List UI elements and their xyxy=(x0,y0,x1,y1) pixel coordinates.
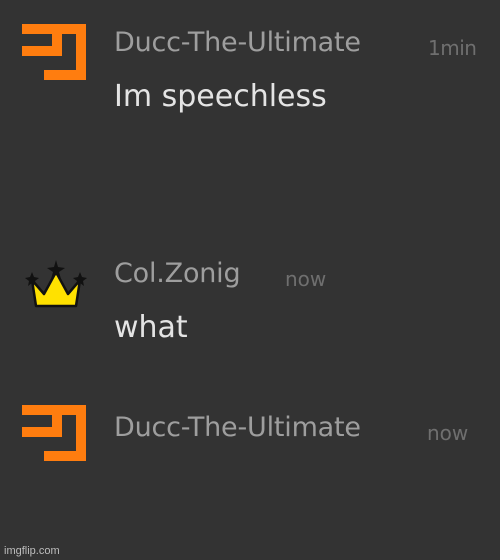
message-timestamp: 1min xyxy=(428,36,477,60)
orange-block-logo-icon xyxy=(22,405,86,461)
user-avatar[interactable] xyxy=(22,24,88,80)
crown-icon xyxy=(25,260,87,308)
username[interactable]: Ducc-The-Ultimate xyxy=(114,27,361,58)
orange-block-logo-icon xyxy=(22,24,86,80)
message-timestamp: now xyxy=(427,421,469,445)
user-avatar[interactable] xyxy=(24,258,88,310)
imgflip-watermark: imgflip.com xyxy=(4,545,60,557)
message-timestamp: now xyxy=(285,267,327,291)
username[interactable]: Ducc-The-Ultimate xyxy=(114,412,361,443)
chat-message: Ducc-The-Ultimate now xyxy=(0,390,500,560)
chat-message: Col.Zonig now what xyxy=(0,200,500,390)
user-avatar[interactable] xyxy=(22,405,88,461)
username[interactable]: Col.Zonig xyxy=(114,258,241,289)
chat-message: Ducc-The-Ultimate 1min Im speechless xyxy=(0,0,500,200)
message-text: what xyxy=(114,310,188,345)
message-text: Im speechless xyxy=(114,79,327,114)
